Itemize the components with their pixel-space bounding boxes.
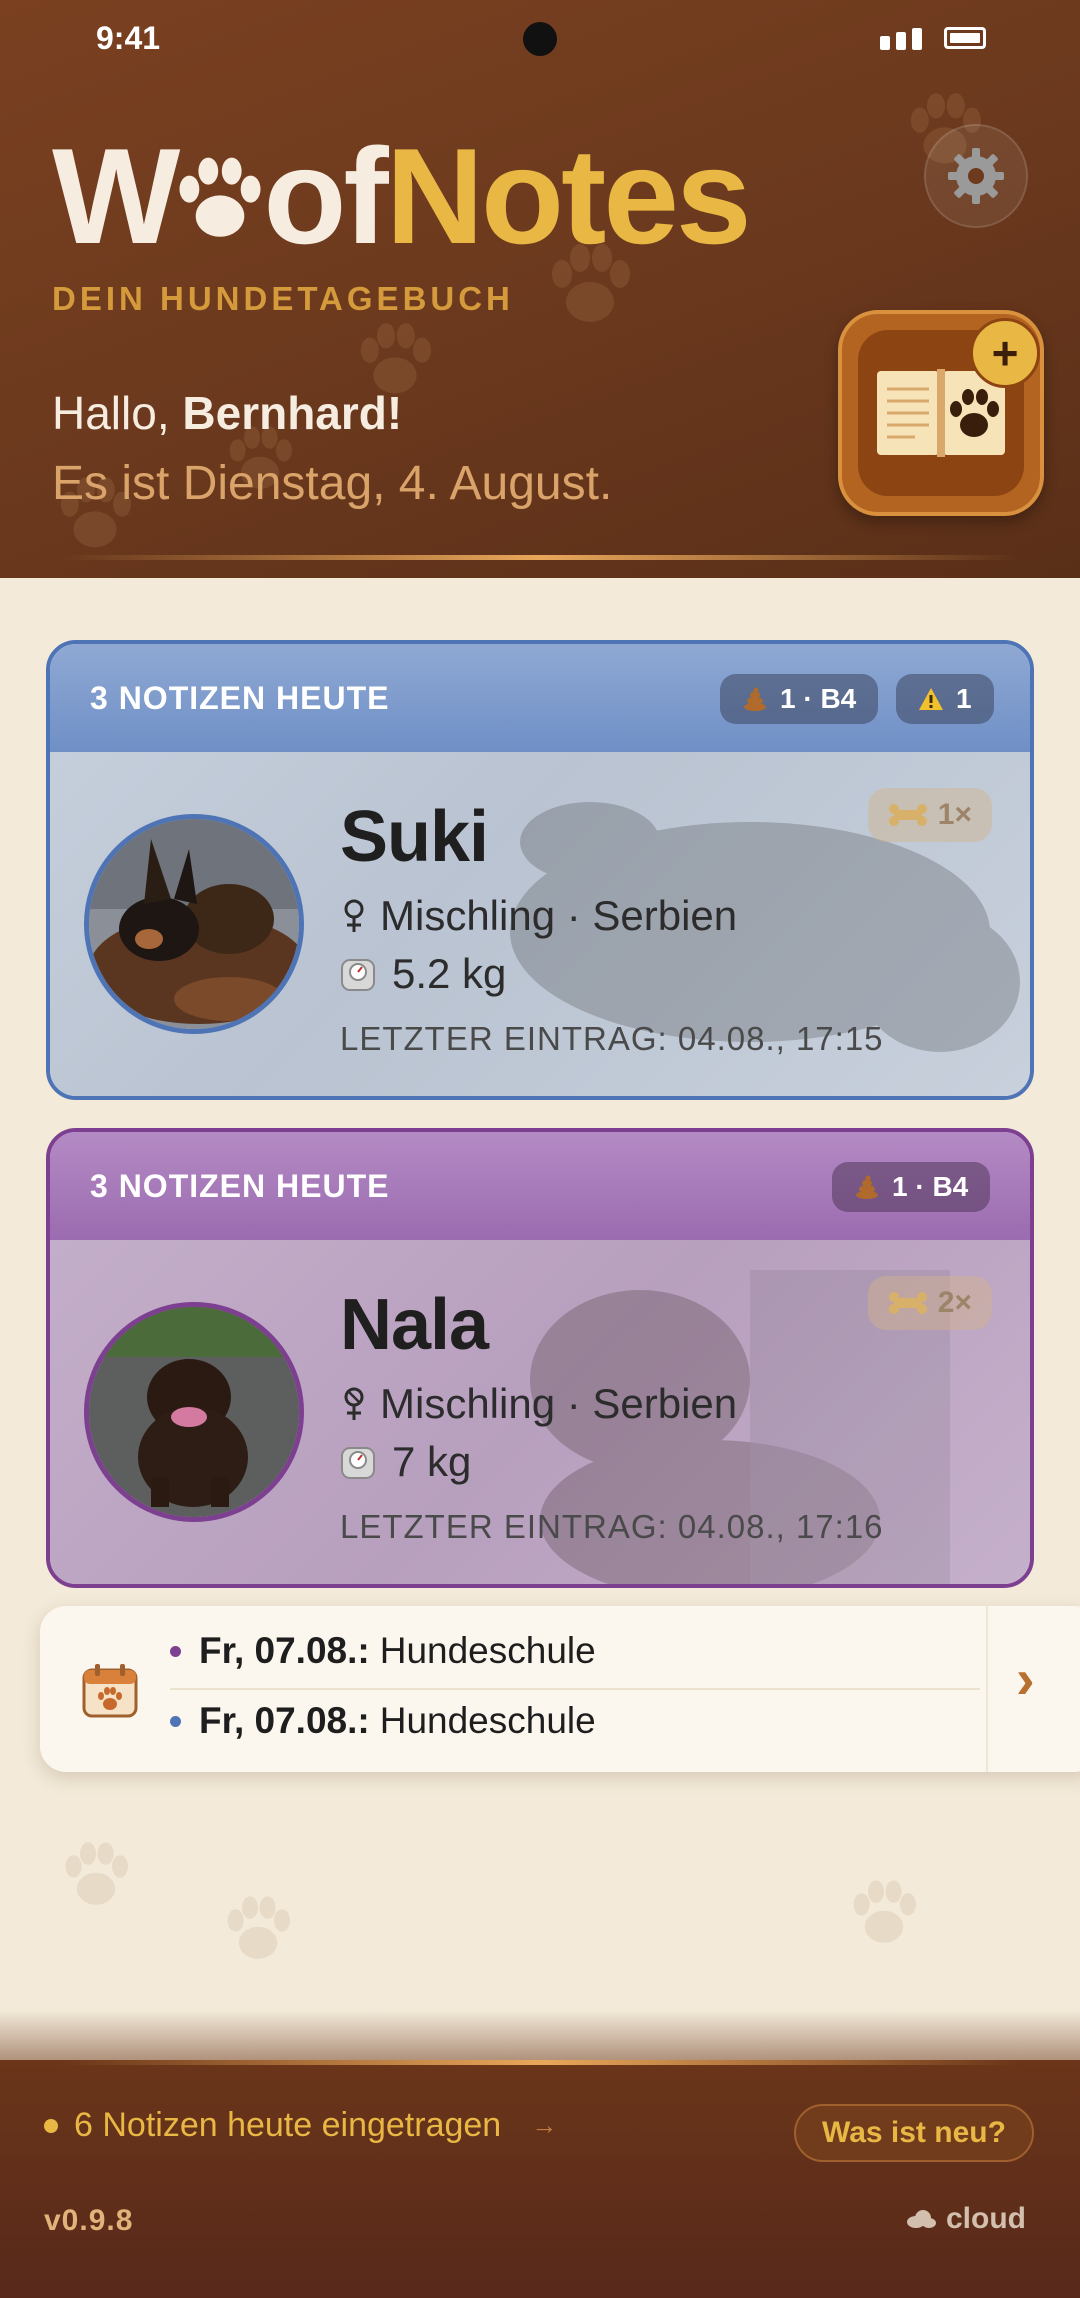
dog-weight-row: 7 kg <box>340 1438 471 1486</box>
event-date: Fr, 07.08.: <box>199 1700 370 1741</box>
footer-fade <box>0 2010 1080 2062</box>
divider <box>986 1606 988 1772</box>
battery-icon <box>944 27 986 49</box>
greeting-prefix: Hallo, <box>52 387 183 439</box>
female-icon <box>344 899 364 932</box>
event-dot <box>170 1645 181 1657</box>
dog-breed-row: Mischling · Serbien <box>340 1380 737 1428</box>
sync-status: cloud <box>906 2202 1026 2236</box>
event-dot <box>170 1715 181 1727</box>
dog-avatar[interactable] <box>84 814 304 1034</box>
scale-icon <box>341 1447 375 1479</box>
paw-decoration-icon <box>227 1896 290 1959</box>
status-dot <box>44 2118 58 2133</box>
dog-weight-row: 5.2 kg <box>340 950 506 998</box>
poop-icon <box>744 687 766 711</box>
logo-notes: Notes <box>385 120 752 272</box>
date-line: Es ist Dienstag, 4. August. <box>52 457 613 510</box>
arrow-right-icon: → <box>531 2110 558 2140</box>
dog-photo <box>89 1307 299 1517</box>
treat-count: 2× <box>937 1286 972 1319</box>
notes-today-label: 3 NOTIZEN HEUTE <box>90 1167 390 1204</box>
sync-label: cloud <box>946 2202 1026 2235</box>
card-body: Nala Mischling · Serbien 7 kg LETZTER EI… <box>50 1240 1030 1584</box>
paw-decoration-icon <box>853 1880 916 1943</box>
app-header: 9:41 WofNotes DEIN HUNDETAGEBUCH Hallo, … <box>0 0 1080 578</box>
paw-decoration-icon <box>65 1842 128 1905</box>
footer: 6 Notizen heute eingetragen → Was ist ne… <box>0 2060 1080 2298</box>
notes-today-text: 6 Notizen heute eingetragen <box>74 2106 502 2144</box>
scale-icon <box>341 959 375 991</box>
bone-icon <box>888 804 927 826</box>
event-date: Fr, 07.08.: <box>199 1630 370 1671</box>
status-time: 9:41 <box>96 20 161 56</box>
notes-today-label: 3 NOTIZEN HEUTE <box>90 679 390 716</box>
upcoming-events[interactable]: Fr, 07.08.: Hundeschule Fr, 07.08.: Hund… <box>40 1606 1080 1772</box>
status-bar: 9:41 <box>0 0 1080 80</box>
warning-chip[interactable]: 1 <box>896 674 994 724</box>
dog-weight: 5.2 kg <box>392 950 507 997</box>
treat-chip[interactable]: 1× <box>867 788 992 842</box>
app-logo: WofNotes <box>52 126 752 266</box>
greeting: Hallo, Bernhard! <box>52 386 402 440</box>
app-version: v0.9.8 <box>44 2204 134 2237</box>
event-row[interactable]: Fr, 07.08.: Hundeschule <box>170 1700 596 1742</box>
chevron-right-icon[interactable]: › <box>1016 1646 1035 1711</box>
warning-icon <box>919 688 943 710</box>
dog-name: Suki <box>340 797 489 877</box>
card-body: Suki Mischling · Serbien 5.2 kg LETZTER … <box>50 752 1030 1096</box>
dog-breed: Mischling · Serbien <box>380 1380 738 1427</box>
calendar-icon <box>82 1664 138 1718</box>
cloud-icon <box>907 2210 936 2228</box>
dog-photo <box>89 819 299 1029</box>
dog-breed: Mischling · Serbien <box>380 892 738 939</box>
dog-name: Nala <box>340 1285 489 1365</box>
signal-icon <box>880 28 922 50</box>
treat-chip[interactable]: 2× <box>867 1276 992 1330</box>
bone-icon <box>888 1292 927 1314</box>
notes-today-link[interactable]: 6 Notizen heute eingetragen → <box>44 2106 557 2145</box>
treat-count: 1× <box>937 798 972 831</box>
add-entry-button[interactable]: + <box>970 318 1040 388</box>
card-header: 3 NOTIZEN HEUTE 1 · B4 1 <box>50 644 1030 752</box>
female-spayed-icon <box>344 1387 364 1420</box>
event-row[interactable]: Fr, 07.08.: Hundeschule <box>170 1630 596 1672</box>
dog-avatar[interactable] <box>84 1302 304 1522</box>
dog-breed-row: Mischling · Serbien <box>340 892 737 940</box>
dog-card-nala[interactable]: 3 NOTIZEN HEUTE 1 · B4 Nala Mischling · … <box>46 1128 1034 1588</box>
last-entry: LETZTER EINTRAG: 04.08., 17:16 <box>340 1508 884 1545</box>
app-subtitle: DEIN HUNDETAGEBUCH <box>52 280 514 317</box>
poop-chip-text: 1 · B4 <box>780 683 857 714</box>
front-camera <box>523 22 557 56</box>
dog-weight: 7 kg <box>392 1438 472 1485</box>
event-title: Hundeschule <box>379 1630 596 1671</box>
poop-chip[interactable]: 1 · B4 <box>832 1162 991 1212</box>
whats-new-button[interactable]: Was ist neu? <box>794 2104 1034 2162</box>
logo-w: W <box>52 120 180 272</box>
warning-chip-text: 1 <box>956 683 972 714</box>
gear-icon <box>948 148 1004 204</box>
logo-of: of <box>263 120 388 272</box>
user-name: Bernhard! <box>182 387 403 439</box>
last-entry: LETZTER EINTRAG: 04.08., 17:15 <box>340 1020 884 1057</box>
divider <box>170 1688 980 1690</box>
card-header: 3 NOTIZEN HEUTE 1 · B4 <box>50 1132 1030 1240</box>
poop-chip[interactable]: 1 · B4 <box>720 674 879 724</box>
logo-paw-icon <box>179 157 261 237</box>
poop-chip-text: 1 · B4 <box>892 1171 969 1202</box>
event-title: Hundeschule <box>379 1700 596 1741</box>
poop-icon <box>856 1175 878 1199</box>
dog-card-suki[interactable]: 3 NOTIZEN HEUTE 1 · B4 1 Suki Mischling … <box>46 640 1034 1100</box>
settings-button[interactable] <box>924 124 1028 228</box>
